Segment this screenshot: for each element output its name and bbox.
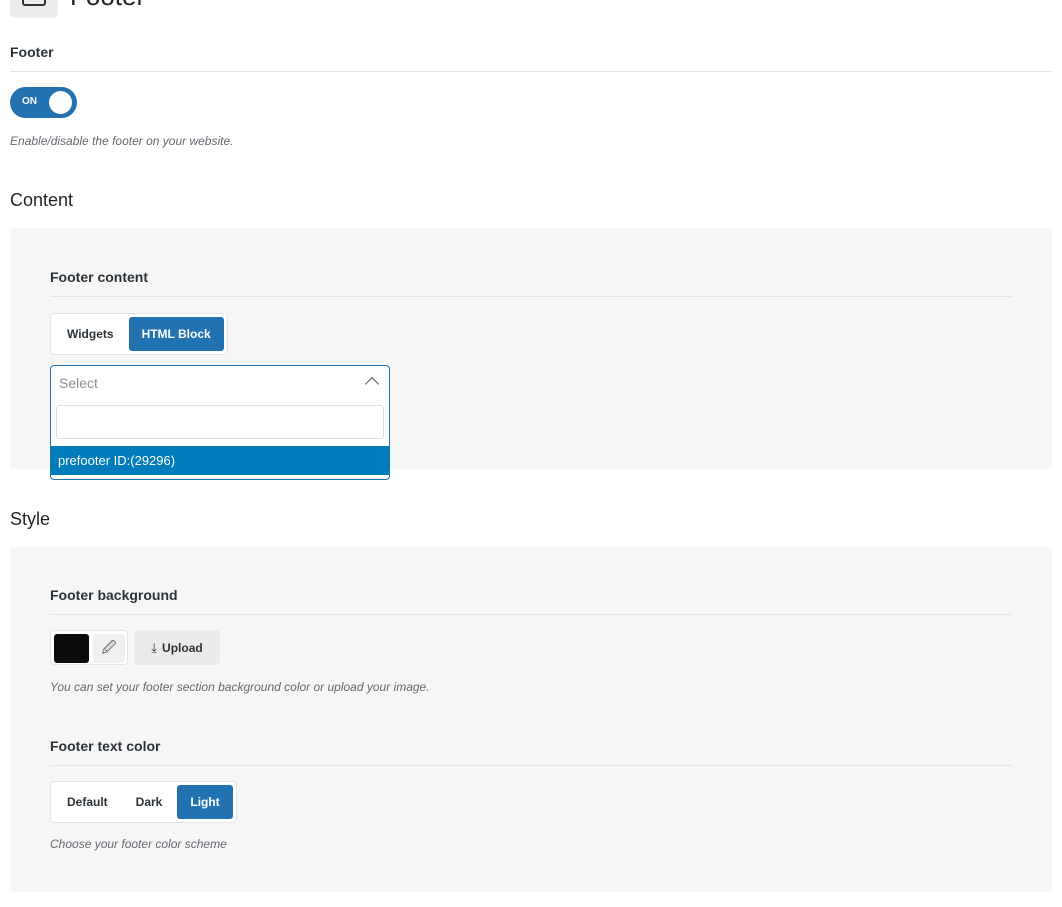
color-swatch[interactable] xyxy=(54,634,89,663)
footer-text-color-label: Footer text color xyxy=(50,738,161,754)
option-light[interactable]: Light xyxy=(177,785,233,819)
select-search-input[interactable] xyxy=(56,405,384,439)
toggle-state-text: ON xyxy=(22,96,37,107)
section-title-content: Content xyxy=(10,190,74,210)
chevron-up-icon[interactable] xyxy=(364,376,380,392)
footer-toggle-description: Enable/disable the footer on your websit… xyxy=(10,134,234,148)
footer-background-description: You can set your footer section backgrou… xyxy=(50,680,430,694)
toggle-knob xyxy=(49,91,72,114)
option-html-block[interactable]: HTML Block xyxy=(128,317,224,351)
background-color-picker: 🖉 xyxy=(50,630,128,665)
html-block-select[interactable]: Select prefooter ID:(29296) xyxy=(50,365,390,480)
footer-toggle-switch[interactable]: ON xyxy=(10,87,77,118)
footer-content-label: Footer content xyxy=(50,269,148,285)
divider xyxy=(50,296,1012,297)
footer-text-color-group: Default Dark Light xyxy=(50,781,237,823)
upload-label: Upload xyxy=(162,640,203,655)
select-option-prefooter[interactable]: prefooter ID:(29296) xyxy=(51,446,389,475)
footer-content-type-group: Widgets HTML Block xyxy=(50,313,228,355)
divider xyxy=(50,614,1012,615)
option-dark[interactable]: Dark xyxy=(123,785,176,819)
option-default[interactable]: Default xyxy=(54,785,121,819)
eyedropper-icon[interactable]: 🖉 xyxy=(93,634,125,663)
section-title-style: Style xyxy=(10,509,51,529)
footer-toggle-label: Footer xyxy=(10,44,54,60)
footer-background-label: Footer background xyxy=(50,587,178,603)
page-header: Footer xyxy=(10,0,145,18)
footer-layout-icon xyxy=(10,0,58,18)
select-placeholder: Select xyxy=(59,375,98,391)
footer-text-color-description: Choose your footer color scheme xyxy=(50,837,227,851)
option-widgets[interactable]: Widgets xyxy=(54,317,127,351)
divider xyxy=(10,71,1052,72)
download-icon: ⤓ xyxy=(151,639,158,655)
upload-button[interactable]: ⤓ Upload xyxy=(134,630,220,665)
divider xyxy=(50,765,1012,766)
page-title: Footer xyxy=(70,0,145,12)
